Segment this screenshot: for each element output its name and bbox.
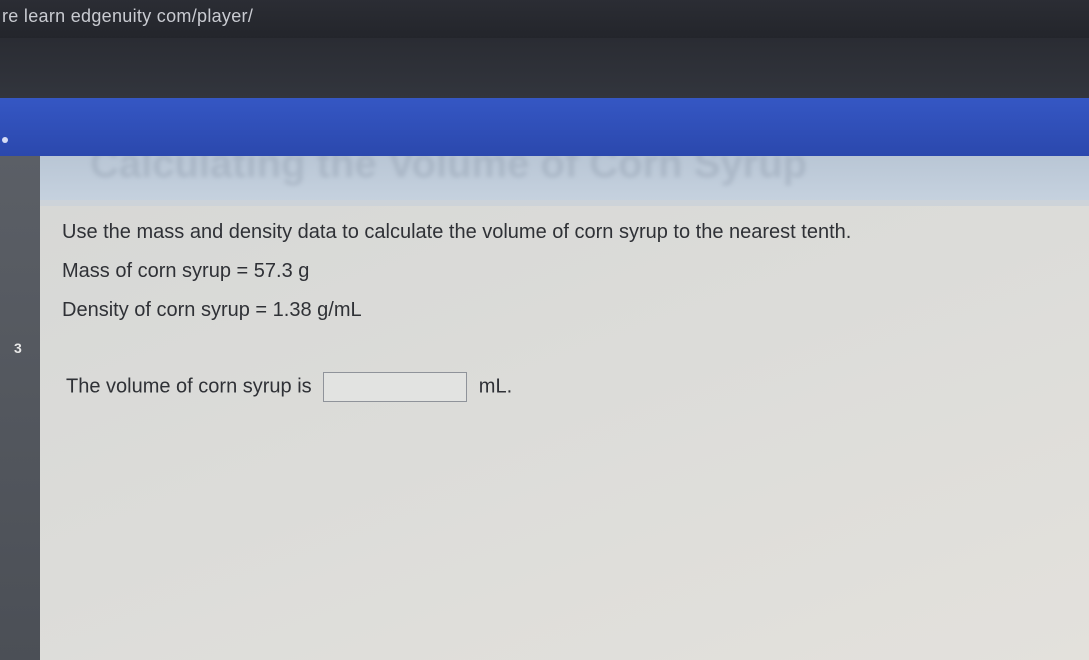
density-value: 1.38 g/mL <box>272 299 362 321</box>
screen: re learn edgenuity com/player/ 3 Calcula… <box>0 0 1089 660</box>
mass-equals: = <box>236 260 249 282</box>
rail-step-number[interactable]: 3 <box>14 340 22 356</box>
browser-toolbar <box>0 38 1089 98</box>
mass-value: 57.3 g <box>253 260 310 282</box>
answer-unit: mL. <box>478 375 513 398</box>
mass-label: Mass of corn syrup <box>62 260 231 282</box>
question-instruction: Use the mass and density data to calcula… <box>62 221 852 243</box>
volume-answer-input[interactable] <box>323 372 468 402</box>
lesson-title-band: Calculating the Volume of Corn Syrup <box>40 156 1089 206</box>
answer-prefix: The volume of corn syrup is <box>66 375 312 398</box>
browser-address-bar[interactable]: re learn edgenuity com/player/ <box>0 0 1089 38</box>
density-line: Density of corn syrup = 1.38 g/mL <box>62 299 362 322</box>
mass-line: Mass of corn syrup = 57.3 g <box>62 260 309 283</box>
header-indicator-icon <box>2 137 8 143</box>
url-text[interactable]: re learn edgenuity com/player/ <box>2 6 253 27</box>
left-navigation-rail[interactable]: 3 <box>0 156 40 660</box>
answer-line: The volume of corn syrup is mL. <box>66 372 512 402</box>
density-equals: = <box>255 299 268 321</box>
player-header <box>0 98 1089 156</box>
density-label: Density of corn syrup <box>62 299 250 321</box>
lesson-title: Calculating the Volume of Corn Syrup <box>90 156 808 186</box>
